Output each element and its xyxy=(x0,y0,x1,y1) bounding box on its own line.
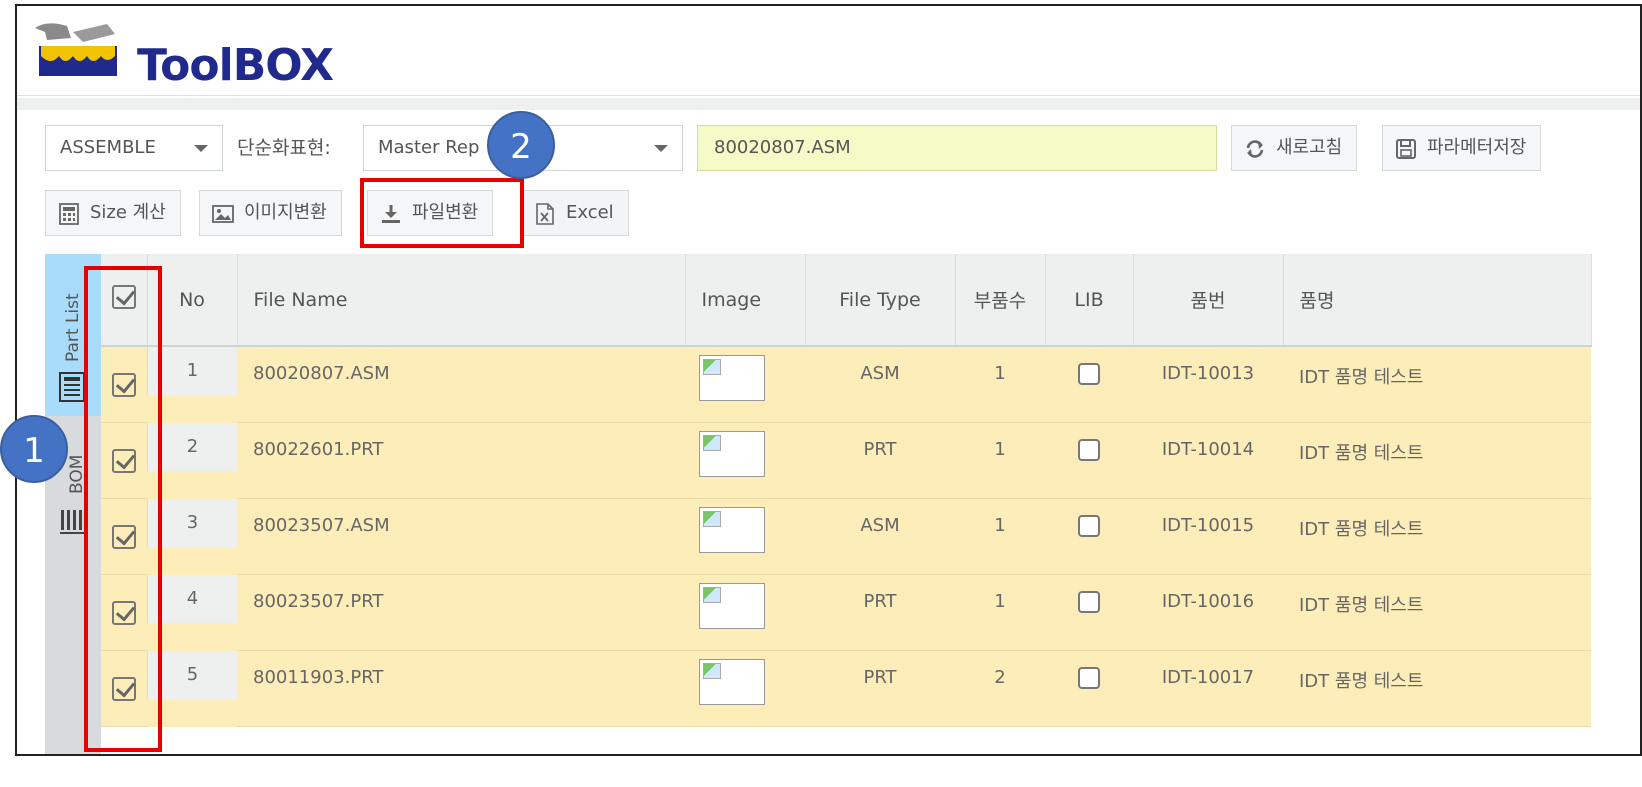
file-name-cell: 80023507.PRT xyxy=(237,574,685,651)
part-no-cell: IDT-10015 xyxy=(1133,498,1283,575)
table-row[interactable]: 4 80023507.PRT PRT 1 IDT-10016 IDT 품명 테스… xyxy=(101,574,1591,651)
app-header: ToolBOX xyxy=(17,6,1640,96)
app-window: ToolBOX ASSEMBLE 단순화표현: Master Rep 80020… xyxy=(15,4,1642,756)
part-name-cell: IDT 품명 테스트 xyxy=(1283,574,1591,651)
save-params-button[interactable]: 파라메터저장 xyxy=(1382,125,1542,171)
lib-cell[interactable] xyxy=(1045,498,1133,575)
part-name-cell: IDT 품명 테스트 xyxy=(1283,650,1591,727)
refresh-icon xyxy=(1246,140,1264,158)
file-name-cell: 80020807.ASM xyxy=(237,346,685,423)
broken-image-icon xyxy=(699,430,765,477)
simplify-label: 단순화표현: xyxy=(237,137,331,159)
lib-checkbox[interactable] xyxy=(1078,590,1100,613)
table-row[interactable]: 1 80020807.ASM ASM 1 IDT-10013 IDT 품명 테스… xyxy=(101,346,1591,423)
header-divider xyxy=(17,98,1640,110)
lib-cell[interactable] xyxy=(1045,650,1133,727)
part-name-cell: IDT 품명 테스트 xyxy=(1283,346,1591,423)
part-no-cell: IDT-10014 xyxy=(1133,422,1283,499)
file-name-cell: 80022601.PRT xyxy=(237,422,685,499)
excel-label: Excel xyxy=(566,202,614,223)
image-cell xyxy=(685,346,805,423)
excel-file-icon xyxy=(536,203,554,225)
file-type-cell: ASM xyxy=(805,498,955,575)
parts-count-cell: 1 xyxy=(955,498,1045,575)
bom-tree-icon xyxy=(60,510,84,534)
parts-count-cell: 2 xyxy=(955,650,1045,727)
part-table: No File Name Image File Type 부품수 LIB 품번 … xyxy=(101,254,1592,727)
size-calc-label: Size 계산 xyxy=(90,202,166,223)
table-header-row: No File Name Image File Type 부품수 LIB 품번 … xyxy=(101,254,1592,347)
image-cell xyxy=(685,574,805,651)
image-cell xyxy=(685,498,805,575)
lib-checkbox[interactable] xyxy=(1078,438,1100,461)
part-no-cell: IDT-10016 xyxy=(1133,574,1283,651)
column-header-file-name[interactable]: File Name xyxy=(237,254,686,347)
column-header-file-type[interactable]: File Type xyxy=(805,254,956,347)
broken-image-icon xyxy=(699,355,765,401)
lib-checkbox[interactable] xyxy=(1078,363,1100,385)
chevron-down-icon xyxy=(194,145,208,152)
broken-image-icon xyxy=(699,506,765,553)
refresh-button[interactable]: 새로고침 xyxy=(1231,125,1358,171)
image-convert-label: 이미지변환 xyxy=(244,202,327,223)
mode-select-value: ASSEMBLE xyxy=(60,137,156,158)
calculator-icon xyxy=(59,203,79,225)
part-no-cell: IDT-10013 xyxy=(1133,346,1283,423)
file-type-cell: PRT xyxy=(805,422,955,499)
file-name-cell: 80011903.PRT xyxy=(237,650,685,727)
list-icon xyxy=(59,372,85,402)
file-convert-highlight xyxy=(360,178,524,248)
table-row[interactable]: 3 80023507.ASM ASM 1 IDT-10015 IDT 품명 테스… xyxy=(101,498,1591,575)
broken-image-icon xyxy=(699,582,765,629)
table-row[interactable]: 2 80022601.PRT PRT 1 IDT-10014 IDT 품명 테스… xyxy=(101,422,1591,499)
checkbox-column-highlight xyxy=(84,266,162,752)
parts-count-cell: 1 xyxy=(955,346,1045,423)
column-header-parts-count[interactable]: 부품수 xyxy=(955,254,1046,347)
image-cell xyxy=(685,422,805,499)
lib-checkbox[interactable] xyxy=(1078,514,1100,537)
excel-button[interactable]: Excel xyxy=(521,190,629,236)
part-name-cell: IDT 품명 테스트 xyxy=(1283,498,1591,575)
broken-image-icon xyxy=(699,658,765,705)
column-header-part-no[interactable]: 품번 xyxy=(1133,254,1284,347)
part-list-grid: No File Name Image File Type 부품수 LIB 품번 … xyxy=(101,254,1640,754)
column-header-image[interactable]: Image xyxy=(685,254,806,347)
toolbar: ASSEMBLE 단순화표현: Master Rep 80020807.ASM … xyxy=(35,110,1640,260)
table-row[interactable]: 5 80011903.PRT PRT 2 IDT-10017 IDT 품명 테스… xyxy=(101,650,1591,727)
image-convert-button[interactable]: 이미지변환 xyxy=(199,190,342,236)
mode-select[interactable]: ASSEMBLE xyxy=(45,125,223,171)
lib-cell[interactable] xyxy=(1045,346,1133,423)
toolbox-logo: ToolBOX xyxy=(27,18,334,91)
column-header-part-name[interactable]: 품명 xyxy=(1283,254,1592,347)
file-name-cell: 80023507.ASM xyxy=(237,498,685,575)
step-badge-1: 1 xyxy=(0,415,68,483)
refresh-label: 새로고침 xyxy=(1276,137,1343,158)
lib-checkbox[interactable] xyxy=(1078,666,1100,689)
lib-cell[interactable] xyxy=(1045,574,1133,651)
file-field-value: 80020807.ASM xyxy=(714,137,851,158)
column-header-lib[interactable]: LIB xyxy=(1045,254,1134,347)
tab-part-list-label: Part List xyxy=(63,293,83,362)
chevron-down-icon xyxy=(654,145,668,152)
file-field[interactable]: 80020807.ASM xyxy=(697,125,1217,171)
part-no-cell: IDT-10017 xyxy=(1133,650,1283,727)
rep-select-value: Master Rep xyxy=(378,137,480,158)
toolbox-logo-icon xyxy=(35,23,117,76)
image-cell xyxy=(685,650,805,727)
logo-text: ToolBOX xyxy=(137,40,334,91)
file-type-cell: PRT xyxy=(805,574,955,651)
save-icon xyxy=(1396,139,1416,159)
part-name-cell: IDT 품명 테스트 xyxy=(1283,422,1591,499)
save-params-label: 파라메터저장 xyxy=(1427,137,1527,158)
step-badge-2: 2 xyxy=(487,111,555,179)
parts-count-cell: 1 xyxy=(955,574,1045,651)
file-type-cell: ASM xyxy=(805,346,955,423)
parts-count-cell: 1 xyxy=(955,422,1045,499)
lib-cell[interactable] xyxy=(1045,422,1133,499)
image-icon xyxy=(212,205,234,223)
size-calc-button[interactable]: Size 계산 xyxy=(45,190,181,236)
file-type-cell: PRT xyxy=(805,650,955,727)
